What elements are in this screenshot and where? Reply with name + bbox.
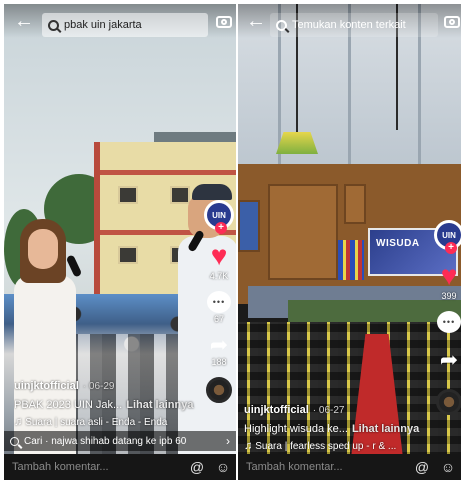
video-caption: uinjktofficial · 06-27 Highlight wisuda k… (244, 400, 426, 452)
search-icon (276, 19, 287, 31)
follow-plus-icon[interactable]: + (445, 242, 457, 254)
action-rail: UIN + ♥ 399 ••• ➦ (432, 220, 461, 415)
camera-icon[interactable] (444, 16, 460, 28)
music-note-icon: ♫ (244, 440, 253, 452)
top-bar: ← Temukan konten terkait (238, 4, 461, 38)
at-icon[interactable]: @ (184, 459, 210, 475)
flags (338, 240, 364, 280)
music-disc-icon[interactable] (206, 377, 232, 403)
comment-input[interactable]: Tambah komentar... (12, 461, 184, 473)
search-query: pbak uin jakarta (64, 19, 142, 31)
post-date: · 06-29 (82, 381, 115, 392)
like-count: 4.7K (209, 271, 229, 281)
wood-panel (268, 184, 338, 280)
avatar[interactable]: UIN + (204, 200, 234, 234)
music-title[interactable]: Suara | suara asli - Enda - Enda (25, 417, 167, 428)
like-heart-icon[interactable]: ♥ (441, 262, 458, 290)
avatar[interactable]: UIN + (434, 220, 461, 254)
banner-text: WISUDA (376, 238, 420, 249)
top-bar: ← pbak uin jakarta (4, 4, 236, 38)
see-more-link[interactable]: Lihat lainnya (126, 399, 193, 411)
comment-bar: Tambah komentar... @ ☺ (4, 454, 236, 480)
comment-count: 67 (213, 314, 224, 324)
at-icon[interactable]: @ (409, 459, 435, 475)
share-arrow-icon[interactable]: ➦ (210, 334, 228, 356)
share-count: 188 (211, 357, 227, 367)
camera-icon[interactable] (216, 16, 232, 28)
search-box[interactable]: Temukan konten terkait (270, 13, 438, 37)
comment-icon[interactable]: ••• (437, 311, 461, 333)
right-video-panel[interactable]: WISUDA ← Temukan konten terkait UIN + ♥ … (238, 4, 461, 480)
author-username[interactable]: uinjktofficial (244, 404, 309, 416)
chevron-right-icon: › (226, 434, 230, 448)
music-note-icon: ♫ (14, 416, 23, 428)
search-icon (10, 436, 19, 446)
action-rail: UIN + ♥ 4.7K ••• 67 ➦ 188 (202, 200, 236, 403)
like-heart-icon[interactable]: ♥ (211, 242, 228, 270)
emoji-icon[interactable]: ☺ (435, 459, 461, 475)
related-search-text: Cari · najwa shihab datang ke ipb 60 (24, 435, 187, 447)
search-placeholder: Temukan konten terkait (292, 19, 406, 31)
back-arrow-icon[interactable]: ← (246, 11, 266, 31)
comment-icon[interactable]: ••• (207, 291, 231, 313)
wood-panel (344, 184, 366, 224)
search-icon (48, 19, 59, 31)
left-video-panel[interactable]: ← pbak uin jakarta UIN + ♥ 4.7K ••• 67 ➦… (4, 4, 236, 480)
comment-input[interactable]: Tambah komentar... (246, 461, 409, 473)
related-search-bar[interactable]: Cari · najwa shihab datang ke ipb 60 › (4, 431, 236, 451)
back-arrow-icon[interactable]: ← (14, 11, 34, 31)
emoji-icon[interactable]: ☺ (210, 459, 236, 475)
author-username[interactable]: uinjktofficial (14, 380, 79, 392)
side-screen (238, 200, 260, 252)
follow-plus-icon[interactable]: + (215, 222, 227, 234)
share-arrow-icon[interactable]: ➦ (440, 349, 458, 371)
video-description: Highlight wisuda ke... (244, 423, 348, 435)
search-box[interactable]: pbak uin jakarta (42, 13, 208, 37)
like-count: 399 (441, 291, 457, 301)
see-more-link[interactable]: Lihat lainnya (352, 423, 419, 435)
video-description: PBAK 2023 UIN Jak... (14, 399, 123, 411)
video-caption: uinjktofficial · 06-29 PBAK 2023 UIN Jak.… (14, 376, 204, 428)
post-date: · 06-27 (312, 405, 345, 416)
comment-bar: Tambah komentar... @ ☺ (238, 454, 461, 480)
music-disc-icon[interactable] (436, 389, 461, 415)
music-title[interactable]: Suara | fearless sped up - r & ... (255, 441, 396, 452)
